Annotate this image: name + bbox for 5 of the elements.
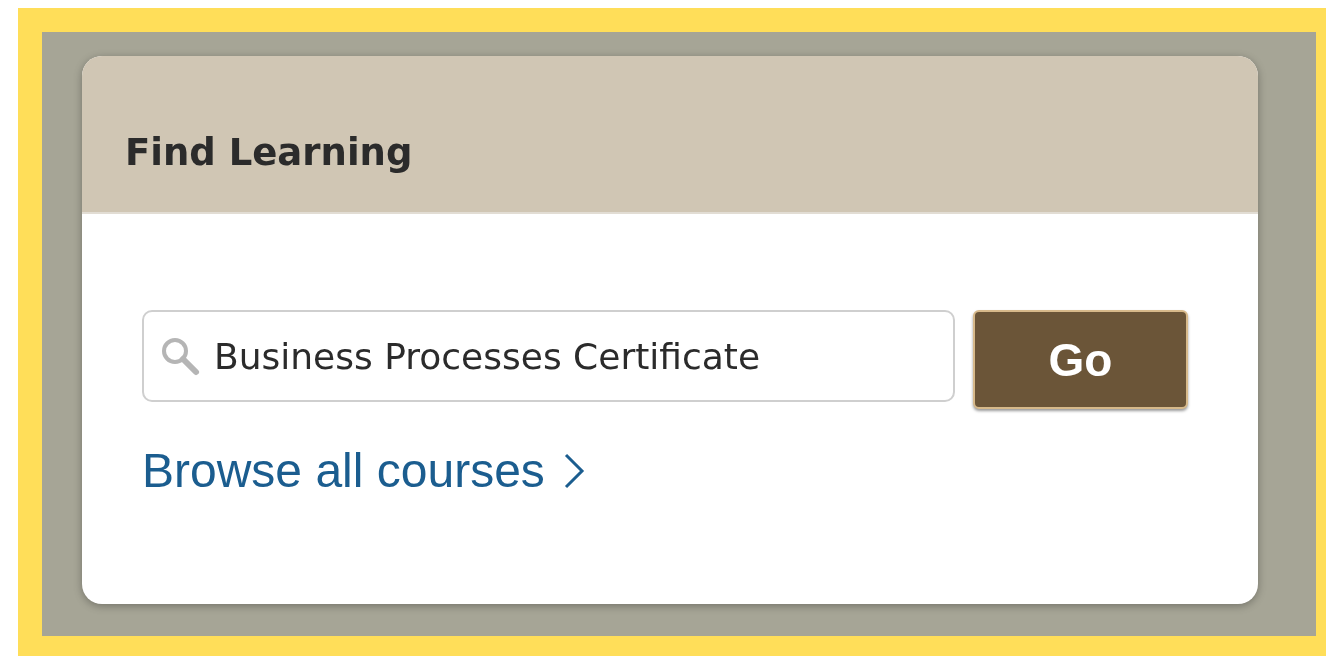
card-title: Find Learning bbox=[125, 129, 413, 174]
go-button[interactable]: Go bbox=[973, 310, 1188, 409]
search-field[interactable]: Business Processes Certificate bbox=[142, 310, 955, 402]
browse-link[interactable]: Browse all courses bbox=[142, 443, 585, 498]
chevron-right-icon bbox=[562, 451, 585, 490]
